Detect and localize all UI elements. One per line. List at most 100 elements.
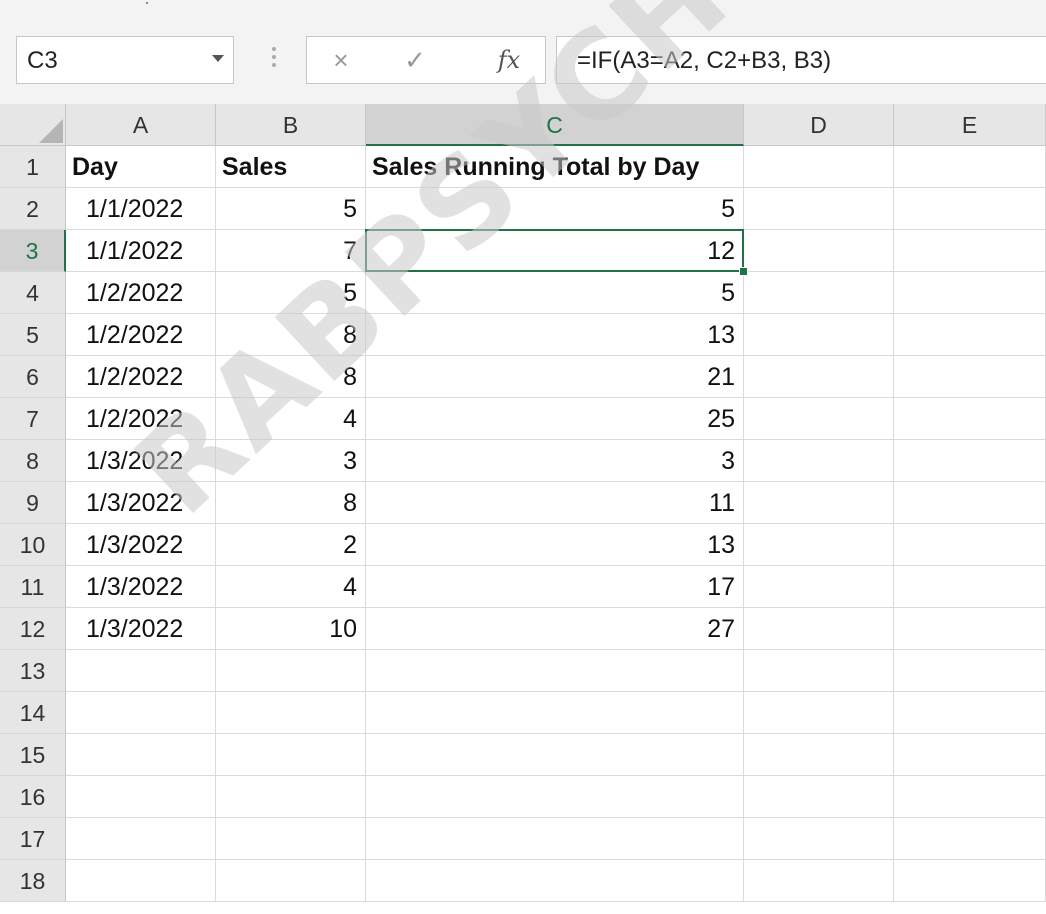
cell-b4[interactable]: 5 [216,272,366,314]
cell-c7[interactable]: 25 [366,398,744,440]
cell-e5[interactable] [894,314,1046,356]
cell-c17[interactable] [366,818,744,860]
check-icon[interactable]: ✓ [395,43,435,77]
row-header-13[interactable]: 13 [0,650,66,692]
cell-e4[interactable] [894,272,1046,314]
cell-d16[interactable] [744,776,894,818]
cell-d13[interactable] [744,650,894,692]
cell-c15[interactable] [366,734,744,776]
cell-d14[interactable] [744,692,894,734]
row-header-8[interactable]: 8 [0,440,66,482]
cell-c4[interactable]: 5 [366,272,744,314]
cell-c8[interactable]: 3 [366,440,744,482]
cell-d15[interactable] [744,734,894,776]
column-header-e[interactable]: E [894,104,1046,146]
cell-d1[interactable] [744,146,894,188]
cell-b8[interactable]: 3 [216,440,366,482]
cell-c10[interactable]: 13 [366,524,744,566]
cell-b5[interactable]: 8 [216,314,366,356]
cell-a1[interactable]: Day [66,146,216,188]
cell-b9[interactable]: 8 [216,482,366,524]
cell-d11[interactable] [744,566,894,608]
cell-d4[interactable] [744,272,894,314]
row-header-10[interactable]: 10 [0,524,66,566]
cancel-icon[interactable]: × [321,43,361,77]
cell-a4[interactable]: 1/2/2022 [66,272,216,314]
cell-d2[interactable] [744,188,894,230]
cell-a2[interactable]: 1/1/2022 [66,188,216,230]
fill-handle[interactable] [739,267,748,276]
cell-a13[interactable] [66,650,216,692]
cell-e17[interactable] [894,818,1046,860]
cell-b11[interactable]: 4 [216,566,366,608]
cell-d17[interactable] [744,818,894,860]
cell-a8[interactable]: 1/3/2022 [66,440,216,482]
row-header-2[interactable]: 2 [0,188,66,230]
cell-c2[interactable]: 5 [366,188,744,230]
row-header-3[interactable]: 3 [0,230,66,272]
cell-a7[interactable]: 1/2/2022 [66,398,216,440]
row-header-6[interactable]: 6 [0,356,66,398]
cell-c12[interactable]: 27 [366,608,744,650]
cell-a5[interactable]: 1/2/2022 [66,314,216,356]
cell-a11[interactable]: 1/3/2022 [66,566,216,608]
cell-b3[interactable]: 7 [216,230,366,272]
row-header-16[interactable]: 16 [0,776,66,818]
cell-a16[interactable] [66,776,216,818]
cell-d10[interactable] [744,524,894,566]
row-header-9[interactable]: 9 [0,482,66,524]
cell-c16[interactable] [366,776,744,818]
cell-a12[interactable]: 1/3/2022 [66,608,216,650]
cell-e8[interactable] [894,440,1046,482]
cell-d3[interactable] [744,230,894,272]
formula-input[interactable]: =IF(A3=A2, C2+B3, B3) [556,36,1046,84]
row-header-7[interactable]: 7 [0,398,66,440]
cell-c6[interactable]: 21 [366,356,744,398]
cell-b17[interactable] [216,818,366,860]
cell-e9[interactable] [894,482,1046,524]
cell-e6[interactable] [894,356,1046,398]
cell-e2[interactable] [894,188,1046,230]
grip-icon[interactable] [272,47,276,71]
cell-c3[interactable]: 12 [366,230,744,272]
cell-b15[interactable] [216,734,366,776]
cell-e15[interactable] [894,734,1046,776]
cell-e18[interactable] [894,860,1046,902]
column-header-a[interactable]: A [66,104,216,146]
row-header-18[interactable]: 18 [0,860,66,902]
row-header-11[interactable]: 11 [0,566,66,608]
cell-b2[interactable]: 5 [216,188,366,230]
cell-e10[interactable] [894,524,1046,566]
row-header-15[interactable]: 15 [0,734,66,776]
cell-e14[interactable] [894,692,1046,734]
row-header-14[interactable]: 14 [0,692,66,734]
cell-e12[interactable] [894,608,1046,650]
cell-e16[interactable] [894,776,1046,818]
cell-b10[interactable]: 2 [216,524,366,566]
cell-c18[interactable] [366,860,744,902]
cell-b6[interactable]: 8 [216,356,366,398]
cell-a6[interactable]: 1/2/2022 [66,356,216,398]
cell-e3[interactable] [894,230,1046,272]
cell-b12[interactable]: 10 [216,608,366,650]
row-header-12[interactable]: 12 [0,608,66,650]
cell-c13[interactable] [366,650,744,692]
cell-b18[interactable] [216,860,366,902]
cell-c5[interactable]: 13 [366,314,744,356]
row-header-4[interactable]: 4 [0,272,66,314]
cell-d9[interactable] [744,482,894,524]
cell-c1[interactable]: Sales Running Total by Day [366,146,744,188]
cell-d8[interactable] [744,440,894,482]
cell-d18[interactable] [744,860,894,902]
cell-c11[interactable]: 17 [366,566,744,608]
cell-b1[interactable]: Sales [216,146,366,188]
row-header-5[interactable]: 5 [0,314,66,356]
cell-e7[interactable] [894,398,1046,440]
cell-d5[interactable] [744,314,894,356]
cell-a17[interactable] [66,818,216,860]
cell-a3[interactable]: 1/1/2022 [66,230,216,272]
cell-e1[interactable] [894,146,1046,188]
cell-a15[interactable] [66,734,216,776]
select-all-corner[interactable] [0,104,66,146]
name-box[interactable]: C3 [16,36,234,84]
